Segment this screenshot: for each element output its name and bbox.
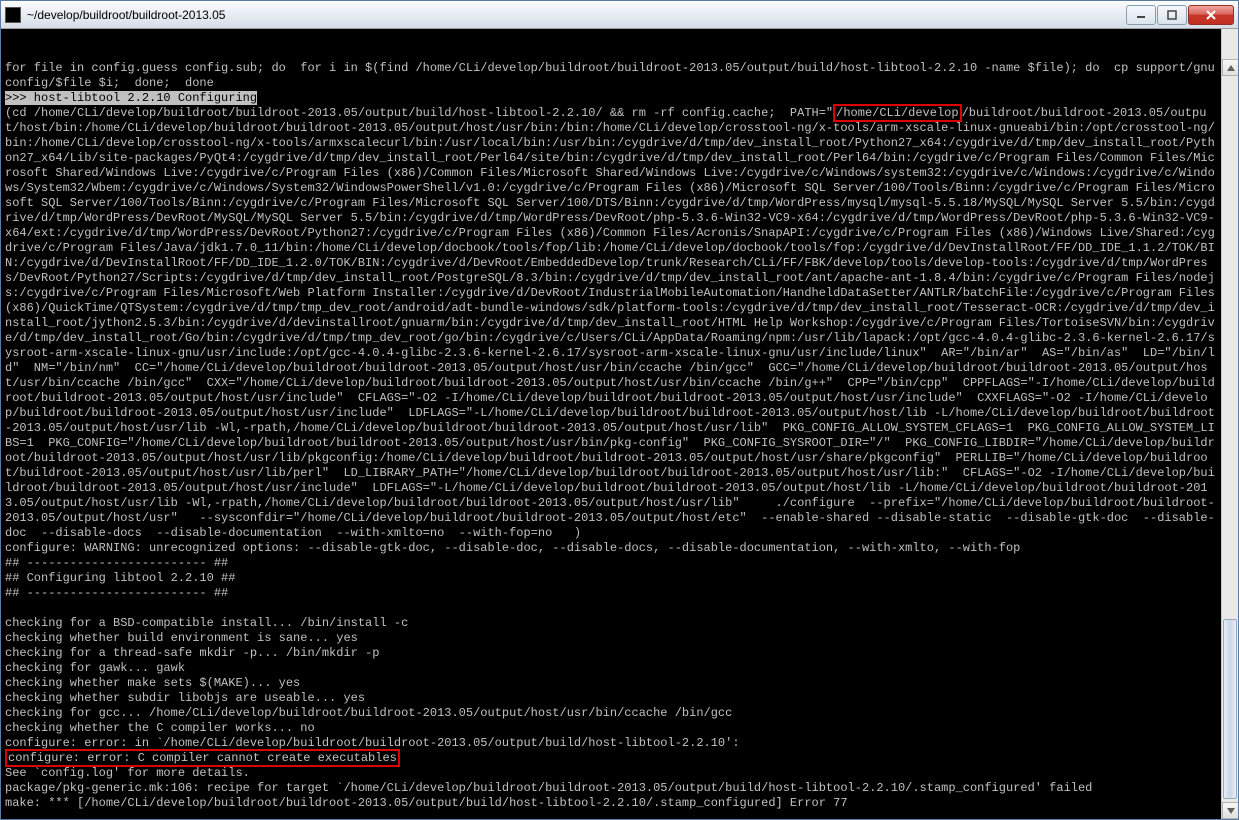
scroll-thumb[interactable] xyxy=(1223,619,1237,799)
window-controls xyxy=(1125,5,1234,25)
scroll-up-button[interactable] xyxy=(1222,59,1238,76)
term-line: ## ------------------------- ## xyxy=(5,586,228,600)
term-line: checking whether the C compiler works...… xyxy=(5,721,315,735)
terminal-area[interactable]: for file in config.guess config.sub; do … xyxy=(1,29,1238,819)
term-line: See `config.log' for more details. xyxy=(5,766,250,780)
close-icon xyxy=(1205,10,1217,20)
chevron-down-icon xyxy=(1227,808,1235,814)
highlight-box-path: /home/CLi/develop xyxy=(833,104,961,122)
term-line-selected: >>> host-libtool 2.2.10 Configuring xyxy=(5,91,257,105)
term-line: checking for gcc... /home/CLi/develop/bu… xyxy=(5,706,732,720)
term-line: checking whether make sets $(MAKE)... ye… xyxy=(5,676,300,690)
terminal-content: for file in config.guess config.sub; do … xyxy=(5,61,1234,819)
terminal-window: ~/develop/buildroot/buildroot-2013.05 fo… xyxy=(0,0,1239,820)
maximize-button[interactable] xyxy=(1157,5,1187,25)
window-title: ~/develop/buildroot/buildroot-2013.05 xyxy=(27,8,1125,22)
term-line: make: *** [/home/CLi/develop/buildroot/b… xyxy=(5,796,848,810)
term-line: ## Configuring libtool 2.2.10 ## xyxy=(5,571,235,585)
term-line: checking for a BSD-compatible install...… xyxy=(5,616,408,630)
term-line: checking whether build environment is sa… xyxy=(5,631,358,645)
minimize-icon xyxy=(1136,10,1146,20)
term-line: checking for gawk... gawk xyxy=(5,661,185,675)
chevron-up-icon xyxy=(1227,65,1235,71)
maximize-icon xyxy=(1167,10,1177,20)
term-line: /buildroot/buildroot-2013.05/output/host… xyxy=(5,106,1222,540)
term-line: (cd /home/CLi/develop/buildroot/buildroo… xyxy=(5,106,833,120)
terminal-icon xyxy=(5,7,21,23)
close-button[interactable] xyxy=(1188,5,1234,25)
scroll-down-button[interactable] xyxy=(1222,802,1238,819)
term-line: package/pkg-generic.mk:106: recipe for t… xyxy=(5,781,1092,795)
term-line: checking for a thread-safe mkdir -p... /… xyxy=(5,646,379,660)
term-line: for file in config.guess config.sub; do … xyxy=(5,61,1215,90)
term-line: checking whether subdir libobjs are usea… xyxy=(5,691,365,705)
term-line: configure: WARNING: unrecognized options… xyxy=(5,541,1020,555)
scrollbar[interactable] xyxy=(1221,29,1238,819)
term-line: ## ------------------------- ## xyxy=(5,556,228,570)
titlebar[interactable]: ~/develop/buildroot/buildroot-2013.05 xyxy=(1,1,1238,29)
highlight-box-error: configure: error: C compiler cannot crea… xyxy=(5,749,400,767)
minimize-button[interactable] xyxy=(1126,5,1156,25)
term-line: configure: error: in `/home/CLi/develop/… xyxy=(5,736,740,750)
